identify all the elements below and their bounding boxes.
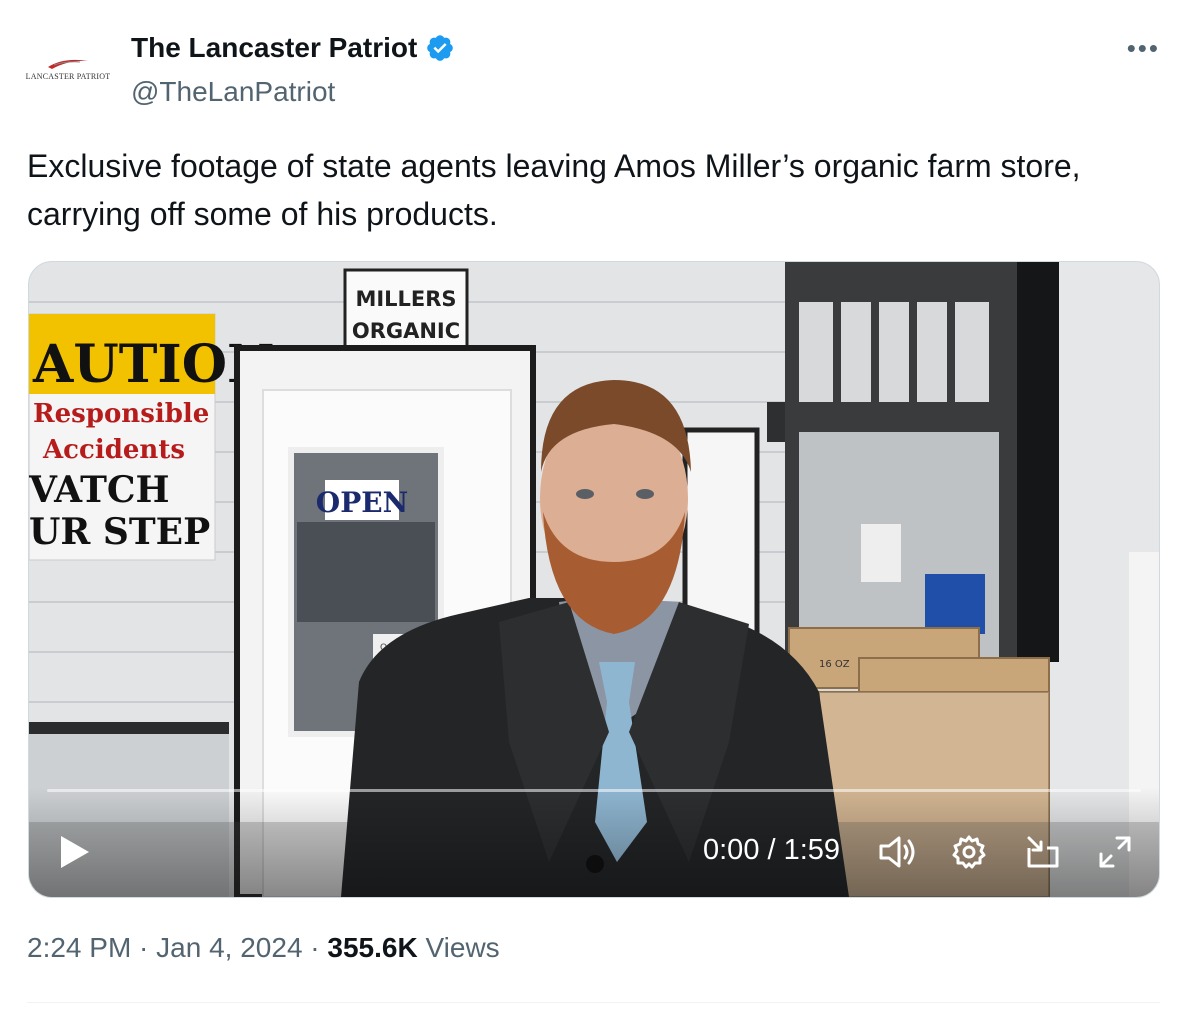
author-display-name[interactable]: The Lancaster Patriot	[131, 32, 417, 64]
meta-separator: ·	[131, 932, 157, 963]
caution-sign-line-3: Accidents	[42, 435, 185, 465]
video-controls	[29, 787, 1159, 897]
more-options-icon[interactable]: •••	[1127, 35, 1160, 61]
video-time: 0:00 / 1:59	[703, 834, 841, 866]
tweet-date[interactable]: Jan 4, 2024	[156, 932, 302, 963]
tweet-text: Exclusive footage of state agents leavin…	[27, 148, 1081, 232]
logo-text: LANCASTER PATRIOT	[25, 72, 111, 81]
account-avatar[interactable]: LANCASTER PATRIOT	[22, 42, 114, 94]
tweet-time[interactable]: 2:24 PM	[27, 932, 131, 963]
caution-sign-line-5: UR STEP	[29, 511, 210, 553]
logo-swoosh-icon	[48, 59, 88, 69]
views-count: 355.6K	[327, 932, 418, 963]
video-player[interactable]: AUTION Responsible Accidents VATCH UR ST…	[28, 261, 1160, 898]
volume-icon[interactable]	[877, 834, 917, 870]
play-icon[interactable]	[57, 834, 91, 870]
farm-sign-line-2: ORGANIC	[352, 319, 460, 343]
picture-in-picture-icon[interactable]	[1025, 834, 1061, 870]
author-handle[interactable]: @TheLanPatriot	[131, 76, 335, 108]
divider	[27, 1002, 1160, 1003]
author-name-row[interactable]: The Lancaster Patriot	[131, 32, 455, 64]
open-sign: OPEN	[316, 486, 408, 519]
caution-sign-line-2: Responsible	[33, 399, 209, 429]
tweet-meta: 2:24 PM · Jan 4, 2024 · 355.6K Views	[27, 932, 500, 964]
box-label: 16 OZ	[819, 659, 850, 670]
video-progress-bar[interactable]	[47, 789, 1141, 792]
fullscreen-icon[interactable]	[1097, 834, 1133, 870]
farm-sign-line-1: MILLERS	[355, 287, 456, 311]
views-label: Views	[425, 932, 500, 963]
verified-badge-icon	[427, 35, 454, 61]
meta-separator-2: ·	[302, 932, 328, 963]
gear-icon[interactable]	[951, 834, 987, 870]
caution-sign-line-4: VATCH	[29, 469, 170, 511]
